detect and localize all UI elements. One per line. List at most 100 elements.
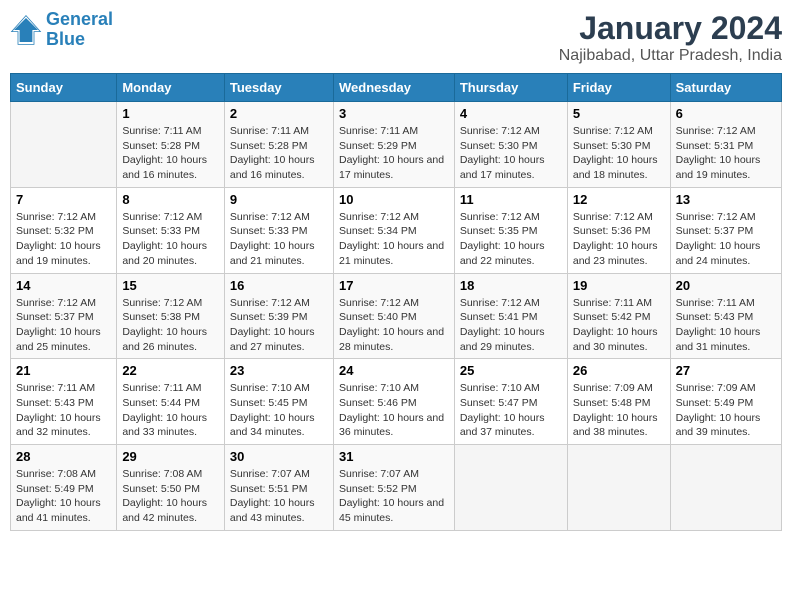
day-number: 14 (16, 278, 111, 293)
day-number: 3 (339, 106, 449, 121)
day-detail: Sunrise: 7:08 AMSunset: 5:50 PMDaylight:… (122, 467, 219, 526)
day-detail: Sunrise: 7:07 AMSunset: 5:51 PMDaylight:… (230, 467, 328, 526)
day-number: 12 (573, 192, 665, 207)
day-number: 8 (122, 192, 219, 207)
day-detail: Sunrise: 7:12 AMSunset: 5:35 PMDaylight:… (460, 210, 562, 269)
calendar-cell: 17Sunrise: 7:12 AMSunset: 5:40 PMDayligh… (333, 273, 454, 359)
day-number: 25 (460, 363, 562, 378)
day-number: 20 (676, 278, 776, 293)
header-day-thursday: Thursday (454, 74, 567, 102)
day-detail: Sunrise: 7:07 AMSunset: 5:52 PMDaylight:… (339, 467, 449, 526)
header-day-saturday: Saturday (670, 74, 781, 102)
calendar-cell: 7 Sunrise: 7:12 AMSunset: 5:32 PMDaylight… (11, 187, 117, 273)
day-detail: Sunrise: 7:10 AMSunset: 5:46 PMDaylight:… (339, 381, 449, 440)
day-detail: Sunrise: 7:11 AMSunset: 5:42 PMDaylight:… (573, 296, 665, 355)
logo: General Blue (10, 10, 113, 50)
calendar-cell: 4 Sunrise: 7:12 AMSunset: 5:30 PMDaylight… (454, 102, 567, 188)
day-detail: Sunrise: 7:09 AMSunset: 5:49 PMDaylight:… (676, 381, 776, 440)
calendar-cell: 26 Sunrise: 7:09 AMSunset: 5:48 PMDayligh… (567, 359, 670, 445)
calendar-cell: 31Sunrise: 7:07 AMSunset: 5:52 PMDayligh… (333, 445, 454, 531)
calendar-cell: 20 Sunrise: 7:11 AMSunset: 5:43 PMDayligh… (670, 273, 781, 359)
calendar-cell: 19 Sunrise: 7:11 AMSunset: 5:42 PMDayligh… (567, 273, 670, 359)
calendar-week-1: 1Sunrise: 7:11 AMSunset: 5:28 PMDaylight… (11, 102, 782, 188)
calendar-week-4: 21 Sunrise: 7:11 AMSunset: 5:43 PMDayligh… (11, 359, 782, 445)
header-day-friday: Friday (567, 74, 670, 102)
calendar-week-5: 28Sunrise: 7:08 AMSunset: 5:49 PMDayligh… (11, 445, 782, 531)
day-detail: Sunrise: 7:09 AMSunset: 5:48 PMDaylight:… (573, 381, 665, 440)
day-number: 29 (122, 449, 219, 464)
day-number: 23 (230, 363, 328, 378)
calendar-cell: 21 Sunrise: 7:11 AMSunset: 5:43 PMDayligh… (11, 359, 117, 445)
calendar-body: 1Sunrise: 7:11 AMSunset: 5:28 PMDaylight… (11, 102, 782, 531)
day-detail: Sunrise: 7:12 AMSunset: 5:32 PMDaylight:… (16, 210, 111, 269)
calendar-subtitle: Najibabad, Uttar Pradesh, India (559, 47, 782, 65)
day-number: 10 (339, 192, 449, 207)
logo-icon (10, 14, 42, 46)
day-detail: Sunrise: 7:11 AMSunset: 5:28 PMDaylight:… (230, 124, 328, 183)
day-detail: Sunrise: 7:11 AMSunset: 5:43 PMDaylight:… (676, 296, 776, 355)
day-number: 27 (676, 363, 776, 378)
day-detail: Sunrise: 7:12 AMSunset: 5:33 PMDaylight:… (230, 210, 328, 269)
day-number: 9 (230, 192, 328, 207)
calendar-cell: 13Sunrise: 7:12 AMSunset: 5:37 PMDayligh… (670, 187, 781, 273)
calendar-cell: 15 Sunrise: 7:12 AMSunset: 5:38 PMDayligh… (117, 273, 225, 359)
calendar-cell: 6Sunrise: 7:12 AMSunset: 5:31 PMDaylight… (670, 102, 781, 188)
day-detail: Sunrise: 7:11 AMSunset: 5:43 PMDaylight:… (16, 381, 111, 440)
calendar-table: SundayMondayTuesdayWednesdayThursdayFrid… (10, 73, 782, 531)
day-number: 24 (339, 363, 449, 378)
day-number: 21 (16, 363, 111, 378)
calendar-cell: 22Sunrise: 7:11 AMSunset: 5:44 PMDayligh… (117, 359, 225, 445)
calendar-cell: 5 Sunrise: 7:12 AMSunset: 5:30 PMDaylight… (567, 102, 670, 188)
page-header: General Blue January 2024 Najibabad, Utt… (10, 10, 782, 65)
day-number: 17 (339, 278, 449, 293)
day-detail: Sunrise: 7:12 AMSunset: 5:37 PMDaylight:… (676, 210, 776, 269)
day-number: 26 (573, 363, 665, 378)
calendar-cell: 9 Sunrise: 7:12 AMSunset: 5:33 PMDaylight… (224, 187, 333, 273)
day-detail: Sunrise: 7:11 AMSunset: 5:44 PMDaylight:… (122, 381, 219, 440)
day-detail: Sunrise: 7:11 AMSunset: 5:28 PMDaylight:… (122, 124, 219, 183)
calendar-cell: 28Sunrise: 7:08 AMSunset: 5:49 PMDayligh… (11, 445, 117, 531)
day-detail: Sunrise: 7:10 AMSunset: 5:45 PMDaylight:… (230, 381, 328, 440)
calendar-cell (454, 445, 567, 531)
header-day-wednesday: Wednesday (333, 74, 454, 102)
day-detail: Sunrise: 7:10 AMSunset: 5:47 PMDaylight:… (460, 381, 562, 440)
day-detail: Sunrise: 7:12 AMSunset: 5:38 PMDaylight:… (122, 296, 219, 355)
logo-general: General (46, 9, 113, 29)
calendar-cell: 16Sunrise: 7:12 AMSunset: 5:39 PMDayligh… (224, 273, 333, 359)
calendar-cell (670, 445, 781, 531)
day-detail: Sunrise: 7:08 AMSunset: 5:49 PMDaylight:… (16, 467, 111, 526)
day-number: 4 (460, 106, 562, 121)
day-number: 2 (230, 106, 328, 121)
header-day-monday: Monday (117, 74, 225, 102)
day-number: 16 (230, 278, 328, 293)
logo-text: General Blue (46, 10, 113, 50)
header-row: SundayMondayTuesdayWednesdayThursdayFrid… (11, 74, 782, 102)
calendar-cell: 11 Sunrise: 7:12 AMSunset: 5:35 PMDayligh… (454, 187, 567, 273)
calendar-week-3: 14 Sunrise: 7:12 AMSunset: 5:37 PMDayligh… (11, 273, 782, 359)
calendar-cell: 3 Sunrise: 7:11 AMSunset: 5:29 PMDaylight… (333, 102, 454, 188)
header-day-sunday: Sunday (11, 74, 117, 102)
calendar-header: SundayMondayTuesdayWednesdayThursdayFrid… (11, 74, 782, 102)
calendar-cell (567, 445, 670, 531)
day-number: 30 (230, 449, 328, 464)
logo-blue: Blue (46, 30, 113, 50)
day-number: 15 (122, 278, 219, 293)
day-detail: Sunrise: 7:12 AMSunset: 5:30 PMDaylight:… (460, 124, 562, 183)
day-number: 19 (573, 278, 665, 293)
calendar-cell: 29 Sunrise: 7:08 AMSunset: 5:50 PMDayligh… (117, 445, 225, 531)
day-detail: Sunrise: 7:11 AMSunset: 5:29 PMDaylight:… (339, 124, 449, 183)
calendar-week-2: 7 Sunrise: 7:12 AMSunset: 5:32 PMDaylight… (11, 187, 782, 273)
calendar-cell: 14 Sunrise: 7:12 AMSunset: 5:37 PMDayligh… (11, 273, 117, 359)
day-detail: Sunrise: 7:12 AMSunset: 5:37 PMDaylight:… (16, 296, 111, 355)
calendar-cell: 8Sunrise: 7:12 AMSunset: 5:33 PMDaylight… (117, 187, 225, 273)
calendar-cell: 25 Sunrise: 7:10 AMSunset: 5:47 PMDayligh… (454, 359, 567, 445)
day-detail: Sunrise: 7:12 AMSunset: 5:41 PMDaylight:… (460, 296, 562, 355)
day-detail: Sunrise: 7:12 AMSunset: 5:30 PMDaylight:… (573, 124, 665, 183)
calendar-cell: 1Sunrise: 7:11 AMSunset: 5:28 PMDaylight… (117, 102, 225, 188)
day-number: 11 (460, 192, 562, 207)
calendar-cell: 24 Sunrise: 7:10 AMSunset: 5:46 PMDayligh… (333, 359, 454, 445)
day-number: 7 (16, 192, 111, 207)
day-number: 5 (573, 106, 665, 121)
day-number: 18 (460, 278, 562, 293)
calendar-title: January 2024 (559, 10, 782, 47)
